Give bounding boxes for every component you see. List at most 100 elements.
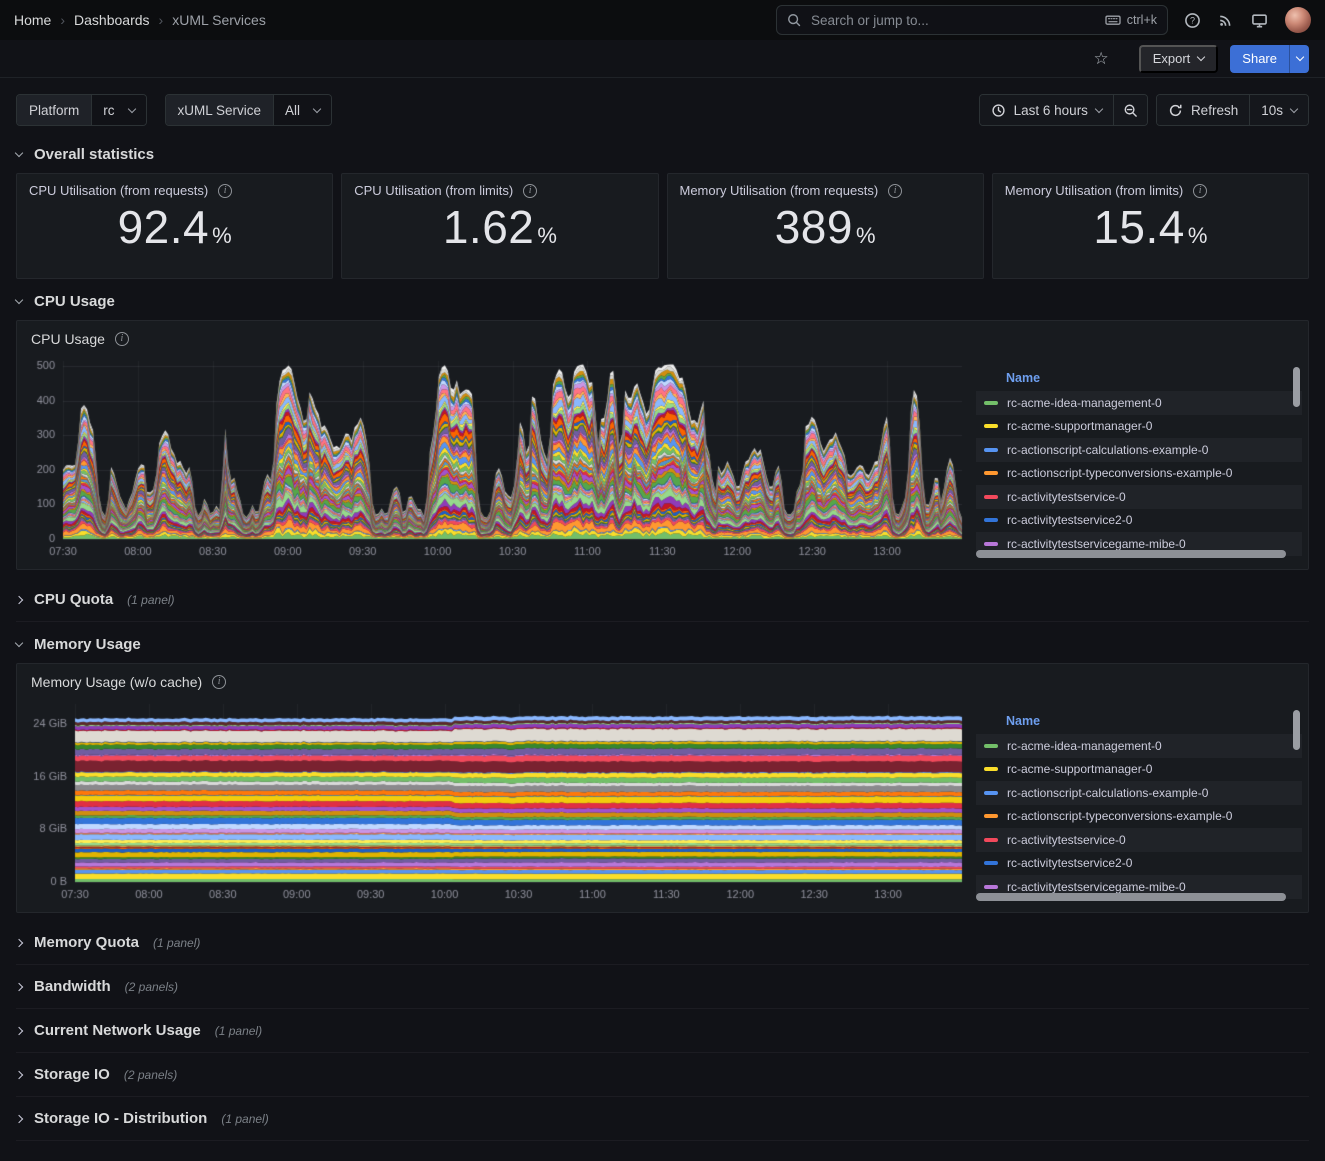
section-header-cpu-quota[interactable]: CPU Quota (1 panel) (16, 578, 1309, 622)
legend-name-header[interactable]: Name (976, 714, 1302, 734)
xuml-service-variable-dropdown[interactable]: All (273, 95, 331, 125)
chevron-down-icon (1295, 53, 1303, 61)
panel-header: Memory Usage (w/o cache) (17, 664, 1308, 694)
share-button[interactable]: Share (1230, 45, 1289, 73)
breadcrumb-separator: › (159, 12, 164, 28)
chevron-right-icon (15, 1114, 23, 1122)
series-color-swatch (984, 767, 998, 771)
share-menu-button[interactable] (1289, 45, 1309, 73)
memory-usage-chart[interactable] (23, 696, 966, 904)
user-avatar[interactable] (1285, 7, 1311, 33)
info-icon[interactable] (1193, 184, 1207, 198)
section-title: Storage IO (34, 1066, 110, 1083)
legend-vertical-scrollbar[interactable] (1293, 367, 1300, 545)
svg-text:?: ? (1190, 15, 1195, 25)
stat-panel: CPU Utilisation (from limits)1.62% (341, 173, 658, 279)
legend-vertical-scrollbar[interactable] (1293, 710, 1300, 888)
legend-row[interactable]: rc-actionscript-typeconversions-example-… (976, 462, 1302, 486)
section-title: Storage IO - Distribution (34, 1110, 207, 1127)
stat-unit: % (537, 223, 557, 249)
info-icon[interactable] (115, 332, 129, 346)
stat-panel: Memory Utilisation (from limits)15.4% (992, 173, 1309, 279)
breadcrumb-item[interactable]: Dashboards (74, 12, 150, 28)
refresh-interval-dropdown[interactable]: 10s (1249, 95, 1308, 125)
search-box[interactable]: ctrl+k (776, 5, 1168, 35)
cpu-usage-legend: Namerc-acme-idea-management-0rc-acme-sup… (972, 353, 1302, 561)
legend-row[interactable]: rc-actionscript-typeconversions-example-… (976, 805, 1302, 829)
legend-list: rc-acme-idea-management-0rc-acme-support… (976, 391, 1302, 556)
section-header-collapsed[interactable]: Storage IO (2 panels) (16, 1053, 1309, 1097)
section-title: Overall statistics (34, 146, 154, 163)
section-header-collapsed[interactable]: Storage IO - Distribution(1 panel) (16, 1097, 1309, 1141)
breadcrumb-item[interactable]: Home (14, 12, 51, 28)
chevron-right-icon (15, 1070, 23, 1078)
search-input[interactable] (809, 12, 1097, 29)
refresh-interval-value: 10s (1261, 103, 1283, 118)
section-header-collapsed[interactable]: Memory Quota(1 panel) (16, 921, 1309, 965)
refresh-button[interactable]: Refresh (1157, 95, 1249, 125)
series-name: rc-actionscript-calculations-example-0 (1007, 786, 1208, 800)
series-color-swatch (984, 838, 998, 842)
scrollbar-thumb[interactable] (1293, 367, 1300, 407)
section-header-cpu-usage[interactable]: CPU Usage (16, 279, 1309, 320)
section-header-collapsed[interactable]: Current Network Usage (1 panel) (16, 1009, 1309, 1053)
legend-row[interactable]: rc-activitytestservice2-0 (976, 852, 1302, 876)
platform-variable-dropdown[interactable]: rc (91, 95, 145, 125)
legend-row[interactable]: rc-activitytestservice-0 (976, 485, 1302, 509)
dashboard-toolbar: ☆ Export Share (0, 40, 1325, 78)
panel-count: (2 panels) (124, 1068, 177, 1082)
series-name: rc-activitytestservice-0 (1007, 490, 1126, 504)
star-favorite-icon[interactable]: ☆ (1093, 50, 1108, 67)
panel-title: Memory Usage (w/o cache) (31, 674, 202, 690)
info-icon[interactable] (212, 675, 226, 689)
memory-usage-panel: Memory Usage (w/o cache) Namerc-acme-ide… (16, 663, 1309, 913)
panel-count: (1 panel) (215, 1024, 262, 1038)
search-icon (787, 13, 801, 27)
section-title: Current Network Usage (34, 1022, 201, 1039)
legend-row[interactable]: rc-activitytestservice-0 (976, 828, 1302, 852)
chevron-right-icon (15, 595, 23, 603)
refresh-label: Refresh (1191, 103, 1238, 118)
chevron-right-icon (15, 982, 23, 990)
stat-panel-title: Memory Utilisation (from requests) (680, 183, 879, 198)
rss-icon[interactable] (1218, 12, 1234, 28)
legend-row[interactable]: rc-acme-idea-management-0 (976, 391, 1302, 415)
info-icon[interactable] (523, 184, 537, 198)
nav-icons: ? (1184, 7, 1311, 33)
chart-canvas[interactable] (23, 696, 966, 904)
section-header-overall-statistics[interactable]: Overall statistics (16, 132, 1309, 173)
legend-row[interactable]: rc-acme-supportmanager-0 (976, 415, 1302, 439)
section-header-memory-usage[interactable]: Memory Usage (16, 622, 1309, 663)
legend-horizontal-scrollbar[interactable] (976, 893, 1286, 901)
series-color-swatch (984, 885, 998, 889)
series-name: rc-actionscript-typeconversions-example-… (1007, 809, 1232, 823)
legend-horizontal-scrollbar[interactable] (976, 550, 1286, 558)
time-range-label: Last 6 hours (1014, 103, 1088, 118)
legend-row[interactable]: rc-actionscript-calculations-example-0 (976, 781, 1302, 805)
series-color-swatch (984, 401, 998, 405)
export-button[interactable]: Export (1139, 45, 1219, 73)
scrollbar-thumb[interactable] (1293, 710, 1300, 750)
chart-canvas[interactable] (23, 353, 966, 561)
section-header-collapsed[interactable]: Bandwidth(2 panels) (16, 965, 1309, 1009)
info-icon[interactable] (888, 184, 902, 198)
chevron-down-icon (1095, 104, 1103, 112)
legend-row[interactable]: rc-acme-idea-management-0 (976, 734, 1302, 758)
panel-count: (1 panel) (153, 936, 200, 950)
chevron-down-icon (15, 296, 23, 304)
info-icon[interactable] (218, 184, 232, 198)
collapsed-sections: Memory Quota(1 panel)Bandwidth(2 panels)… (16, 921, 1309, 1141)
variable-filters: Platform rc xUML Service All (16, 94, 332, 126)
legend-row[interactable]: rc-acme-supportmanager-0 (976, 758, 1302, 782)
display-icon[interactable] (1251, 12, 1268, 29)
cpu-usage-chart[interactable] (23, 353, 966, 561)
legend-row[interactable]: rc-activitytestservice2-0 (976, 509, 1302, 533)
legend-name-header[interactable]: Name (976, 371, 1302, 391)
time-range-group: Last 6 hours (979, 94, 1148, 126)
series-name: rc-activitytestservice2-0 (1007, 513, 1132, 527)
top-nav: Home›Dashboards›xUML Services ctrl+k ? (0, 0, 1325, 40)
help-icon[interactable]: ? (1184, 12, 1201, 29)
time-range-picker[interactable]: Last 6 hours (980, 95, 1113, 125)
zoom-out-button[interactable] (1113, 95, 1147, 125)
legend-row[interactable]: rc-actionscript-calculations-example-0 (976, 438, 1302, 462)
